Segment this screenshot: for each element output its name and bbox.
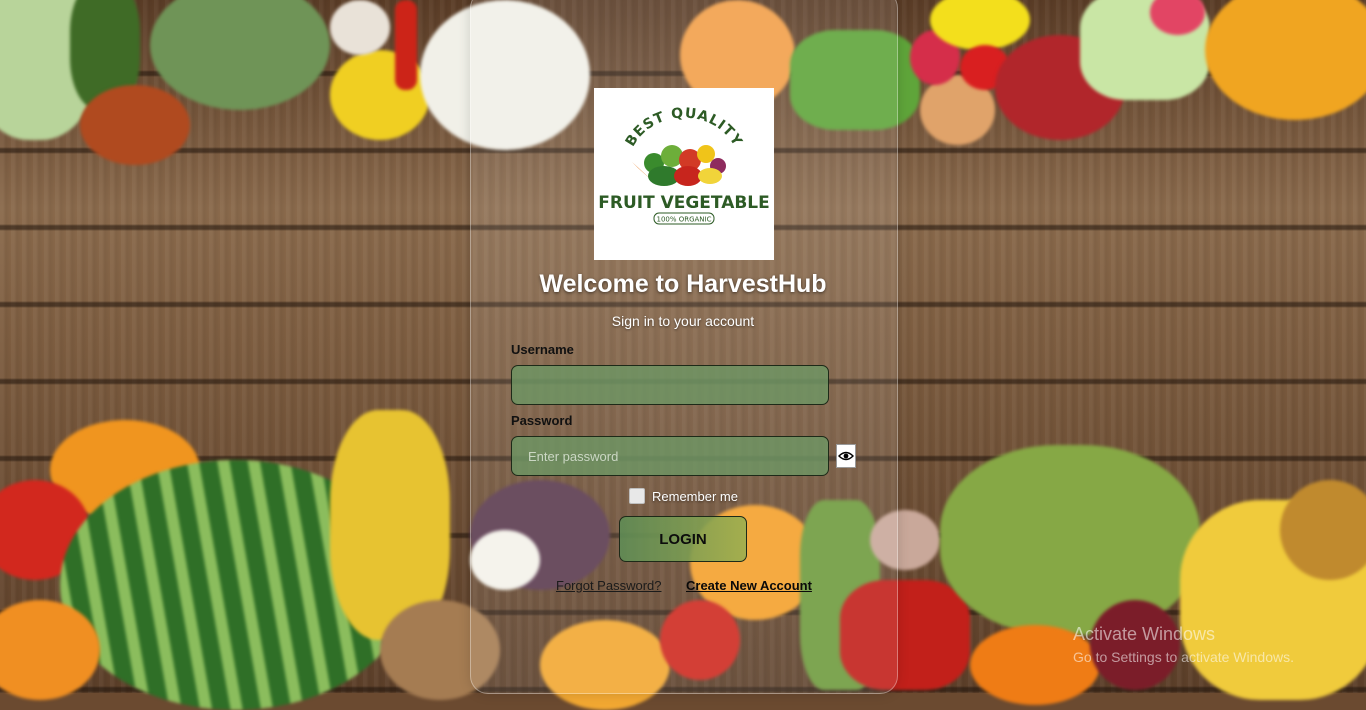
page-subtitle: Sign in to your account [611, 313, 755, 329]
brand-logo: BEST QUALITY FRUIT VEGETABLE 100% ORGANI… [594, 88, 774, 260]
watermark-line2: Go to Settings to activate Windows. [1073, 649, 1294, 665]
login-button[interactable]: LOGIN [619, 516, 747, 562]
forgot-password-link[interactable]: Forgot Password? [556, 578, 662, 593]
remember-label: Remember me [652, 488, 738, 504]
windows-activation-watermark: Activate Windows Go to Settings to activ… [1073, 624, 1294, 665]
password-input[interactable] [511, 436, 829, 476]
svg-text:100% ORGANIC: 100% ORGANIC [656, 216, 711, 224]
show-password-button[interactable] [836, 444, 856, 468]
page-title: Welcome to HarvestHub [539, 270, 827, 298]
logo-image: BEST QUALITY FRUIT VEGETABLE 100% ORGANI… [598, 105, 770, 225]
create-account-link[interactable]: Create New Account [686, 578, 812, 593]
eye-icon [838, 451, 854, 461]
username-input[interactable] [511, 365, 829, 405]
svg-text:BEST QUALITY: BEST QUALITY [623, 105, 746, 149]
username-label: Username [511, 342, 574, 357]
password-label: Password [511, 413, 573, 428]
remember-checkbox[interactable] [629, 488, 645, 504]
svg-text:FRUIT VEGETABLE: FRUIT VEGETABLE [598, 193, 770, 213]
remember-me[interactable]: Remember me [629, 488, 738, 504]
watermark-line1: Activate Windows [1073, 624, 1216, 644]
